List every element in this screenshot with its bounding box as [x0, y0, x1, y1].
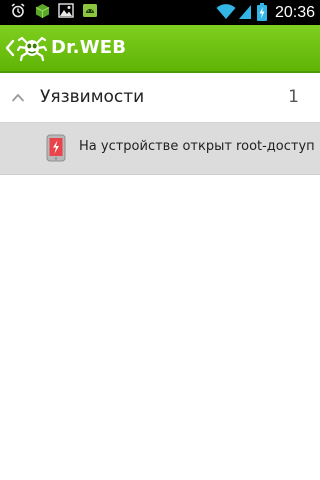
status-bar: 20:36	[0, 0, 320, 25]
dr-web-cube-icon	[35, 4, 50, 18]
battery-charging-icon	[257, 3, 267, 21]
list-item[interactable]: На устройстве открыт root-доступ	[0, 123, 320, 175]
group-header-vulnerabilities[interactable]: Уязвимости 1	[0, 73, 320, 123]
chevron-left-icon[interactable]	[5, 39, 15, 57]
chevron-up-icon	[12, 94, 24, 102]
group-title: Уязвимости	[40, 87, 145, 107]
action-bar: Dr.WEB	[0, 25, 320, 73]
dr-web-spider-logo-icon[interactable]	[17, 34, 47, 62]
item-label: На устройстве открыт root-доступ	[79, 139, 315, 154]
group-count: 1	[288, 87, 299, 107]
signal-icon	[239, 5, 251, 19]
wifi-icon	[216, 4, 236, 19]
app-title: Dr.WEB	[51, 37, 127, 58]
clock: 20:36	[274, 4, 315, 21]
phone-alert-icon	[46, 134, 66, 162]
image-icon	[58, 3, 74, 18]
android-icon	[83, 4, 97, 17]
alarm-icon	[11, 3, 25, 18]
